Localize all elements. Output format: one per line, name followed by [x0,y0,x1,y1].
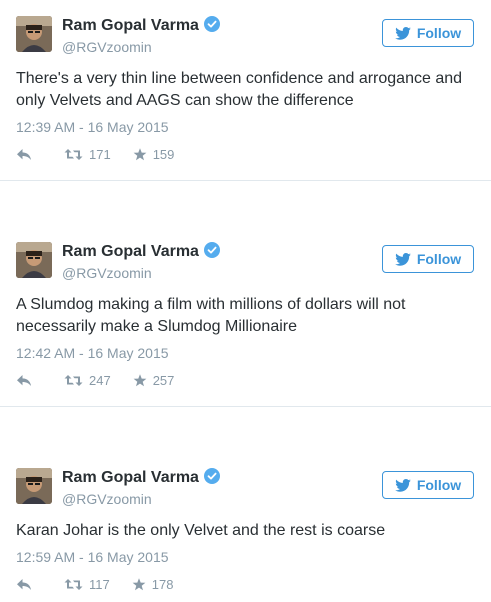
display-name[interactable]: Ram Gopal Varma [62,242,220,262]
reply-button[interactable] [16,374,32,387]
like-count: 178 [151,576,174,592]
display-name[interactable]: Ram Gopal Varma [62,16,220,36]
follow-label: Follow [416,251,462,267]
retweet-count: 171 [89,146,111,162]
tweet-text: There's a very thin line between confide… [16,70,463,109]
verified-badge-icon [203,16,220,32]
retweet-button[interactable]: 247 [64,373,111,388]
verified-badge-icon [203,468,220,484]
reply-button[interactable] [16,578,32,591]
user-handle[interactable]: @RGVzoomin [62,264,152,282]
twitter-bird-icon [395,478,411,492]
tweet-actions: 247 257 [16,371,194,389]
tweet-card: Ram Gopal Varma @RGVzoomin Follow A Slum… [0,226,491,406]
twitter-bird-icon [395,252,411,266]
reply-button[interactable] [16,148,32,161]
follow-button[interactable]: Follow [382,471,474,499]
avatar[interactable] [16,16,52,52]
like-button[interactable]: 257 [133,372,175,388]
retweet-count: 247 [89,372,111,388]
tweet-timestamp[interactable]: 12:59 AM - 16 May 2015 [16,548,169,566]
verified-badge-icon [203,242,220,258]
like-count: 257 [152,372,175,388]
user-handle[interactable]: @RGVzoomin [62,38,152,56]
tweet-card: Ram Gopal Varma @RGVzoomin Follow Karan … [0,452,491,602]
tweet-text: Karan Johar is the only Velvet and the r… [16,522,386,539]
follow-label: Follow [416,477,462,493]
avatar[interactable] [16,242,52,278]
like-count: 159 [152,146,175,162]
tweet-text: A Slumdog making a film with millions of… [16,296,406,335]
like-button[interactable]: 159 [133,146,175,162]
star-icon [132,577,146,590]
reply-icon [17,374,31,386]
star-icon [133,373,147,386]
tweet-timestamp[interactable]: 12:42 AM - 16 May 2015 [16,344,169,362]
tweet-actions: 117 178 [16,575,193,593]
retweet-count: 117 [89,576,110,592]
tweet-timestamp[interactable]: 12:39 AM - 16 May 2015 [16,118,169,136]
retweet-button[interactable]: 117 [64,577,110,592]
star-icon [133,147,147,160]
retweet-icon [64,374,83,386]
user-handle[interactable]: @RGVzoomin [62,490,152,508]
avatar[interactable] [16,468,52,504]
display-name[interactable]: Ram Gopal Varma [62,468,220,488]
follow-button[interactable]: Follow [382,245,474,273]
reply-icon [17,578,31,590]
follow-button[interactable]: Follow [382,19,474,47]
divider [0,180,491,181]
tweet-card: Ram Gopal Varma @RGVzoomin Follow There'… [0,0,491,180]
reply-icon [17,148,31,160]
twitter-bird-icon [395,26,411,40]
divider [0,406,491,407]
like-button[interactable]: 178 [132,576,174,592]
retweet-icon [64,148,83,160]
follow-label: Follow [416,25,462,41]
retweet-button[interactable]: 171 [64,147,111,162]
tweet-actions: 171 159 [16,145,194,163]
retweet-icon [64,578,83,590]
